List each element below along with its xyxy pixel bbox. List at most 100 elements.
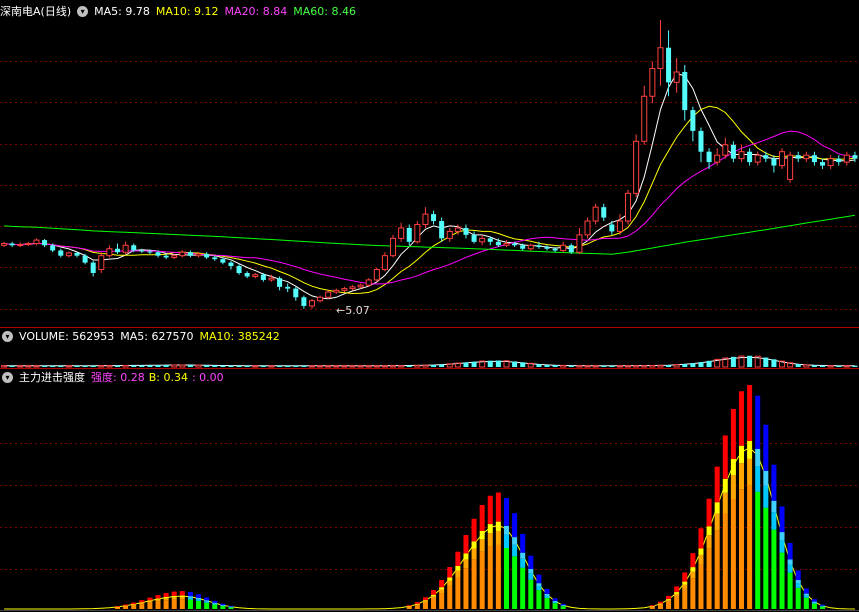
candle-body	[616, 220, 623, 232]
indicator-bar	[228, 606, 234, 608]
candle-body	[730, 144, 736, 159]
indicator-bar	[171, 599, 177, 609]
indicator-bar	[463, 553, 469, 560]
volume-bar	[763, 357, 769, 367]
indicator-bar	[155, 598, 161, 600]
volume-bar	[609, 365, 615, 367]
volume-bar	[228, 365, 234, 367]
volume-bar	[171, 364, 178, 368]
volume-bar	[381, 365, 388, 368]
candle-body	[666, 47, 672, 83]
indicator-bar	[811, 601, 817, 603]
indicator-bar	[512, 537, 518, 545]
low-price-marker: ←5.07	[336, 304, 370, 317]
volume-bar	[698, 362, 704, 367]
indicator-bar	[544, 593, 550, 596]
indicator-bar	[163, 597, 169, 599]
indicator-bar	[560, 605, 566, 606]
indicator-bar	[690, 553, 696, 568]
indicator-bar	[503, 534, 509, 548]
indicator-bar	[560, 606, 566, 609]
chevron-down-icon[interactable]: ▾	[2, 371, 13, 383]
indicator-bar	[439, 579, 445, 588]
indicator-bar	[706, 526, 712, 536]
indicator-bar	[447, 585, 453, 609]
indicator-bar	[544, 595, 550, 598]
indicator-bar	[657, 603, 663, 605]
indicator-bar	[747, 385, 753, 441]
volume-ma5-label: MA5: 627570	[120, 329, 194, 343]
indicator-bar	[682, 581, 688, 585]
volume-bar	[633, 365, 640, 368]
candle-body	[527, 244, 534, 250]
volume-header: ▾ VOLUME: 562953 MA5: 627570 MA10: 38524…	[0, 328, 286, 344]
candle-body	[836, 158, 842, 163]
volume-bar	[277, 365, 283, 367]
candle-body	[431, 214, 437, 222]
strength-label: 强度: 0.28	[91, 371, 145, 384]
candle-body	[843, 154, 850, 163]
volume-bar	[17, 365, 24, 368]
volume-bar	[520, 362, 526, 367]
indicator-bar	[187, 591, 193, 597]
indicator-bar	[414, 605, 420, 609]
volume-bar	[852, 365, 858, 367]
candle-body	[512, 243, 518, 246]
indicator-bar	[422, 601, 428, 603]
volume-bar	[301, 365, 307, 367]
indicator-bar	[738, 391, 745, 446]
volume-bar	[657, 364, 664, 368]
volume-bar	[690, 363, 696, 367]
indicator-bar	[479, 551, 485, 609]
indicator-bar	[163, 600, 169, 609]
chevron-down-icon[interactable]: ▾	[77, 5, 89, 17]
volume-bar	[82, 365, 88, 367]
candle-body	[852, 155, 858, 159]
indicator-bar	[795, 583, 801, 588]
indicator-bar	[560, 605, 566, 607]
indicator-bar	[455, 565, 461, 571]
candle-body	[495, 241, 501, 246]
candle-body	[98, 255, 105, 271]
volume-bar	[163, 364, 169, 367]
indicator-bar	[674, 596, 680, 609]
indicator-bar	[147, 597, 153, 601]
indicator-bar	[763, 507, 769, 609]
candle-body	[1, 243, 8, 246]
candle-body	[252, 274, 259, 277]
indicator-bar	[690, 567, 696, 572]
indicator-bar	[520, 552, 526, 559]
indicator-bar	[220, 605, 226, 606]
candle-body	[179, 251, 186, 257]
candle-body	[787, 154, 794, 180]
indicator-bar	[487, 495, 493, 525]
volume-bar	[843, 365, 850, 368]
indicator-bar	[779, 552, 785, 609]
volume-bar	[439, 364, 445, 367]
candle-body	[131, 245, 137, 251]
indicator-bar	[787, 572, 793, 609]
candle-body	[122, 244, 129, 253]
chevron-down-icon[interactable]: ▾	[2, 330, 13, 342]
indicator-bar	[803, 595, 809, 598]
stock-chart	[0, 20, 859, 611]
indicator-bar	[512, 556, 518, 609]
b-label: B: 0.34	[148, 370, 188, 384]
indicator-bar	[422, 600, 428, 602]
indicator-bar	[528, 569, 534, 574]
volume-bar	[236, 365, 242, 367]
indicator-bar	[747, 458, 753, 486]
volume-bar	[820, 365, 826, 367]
indicator-bar	[196, 600, 202, 609]
volume-bar	[431, 364, 437, 367]
indicator-bar	[123, 604, 129, 606]
volume-bar	[616, 365, 623, 368]
ma20-label: MA20: 8.84	[224, 4, 288, 18]
indicator-bar	[674, 593, 680, 597]
indicator-bar	[722, 513, 728, 609]
indicator-bar	[779, 540, 785, 553]
indicator-bar	[763, 485, 769, 508]
volume-bar	[625, 365, 632, 368]
indicator-bar	[196, 597, 202, 600]
indicator-bar	[512, 544, 518, 557]
